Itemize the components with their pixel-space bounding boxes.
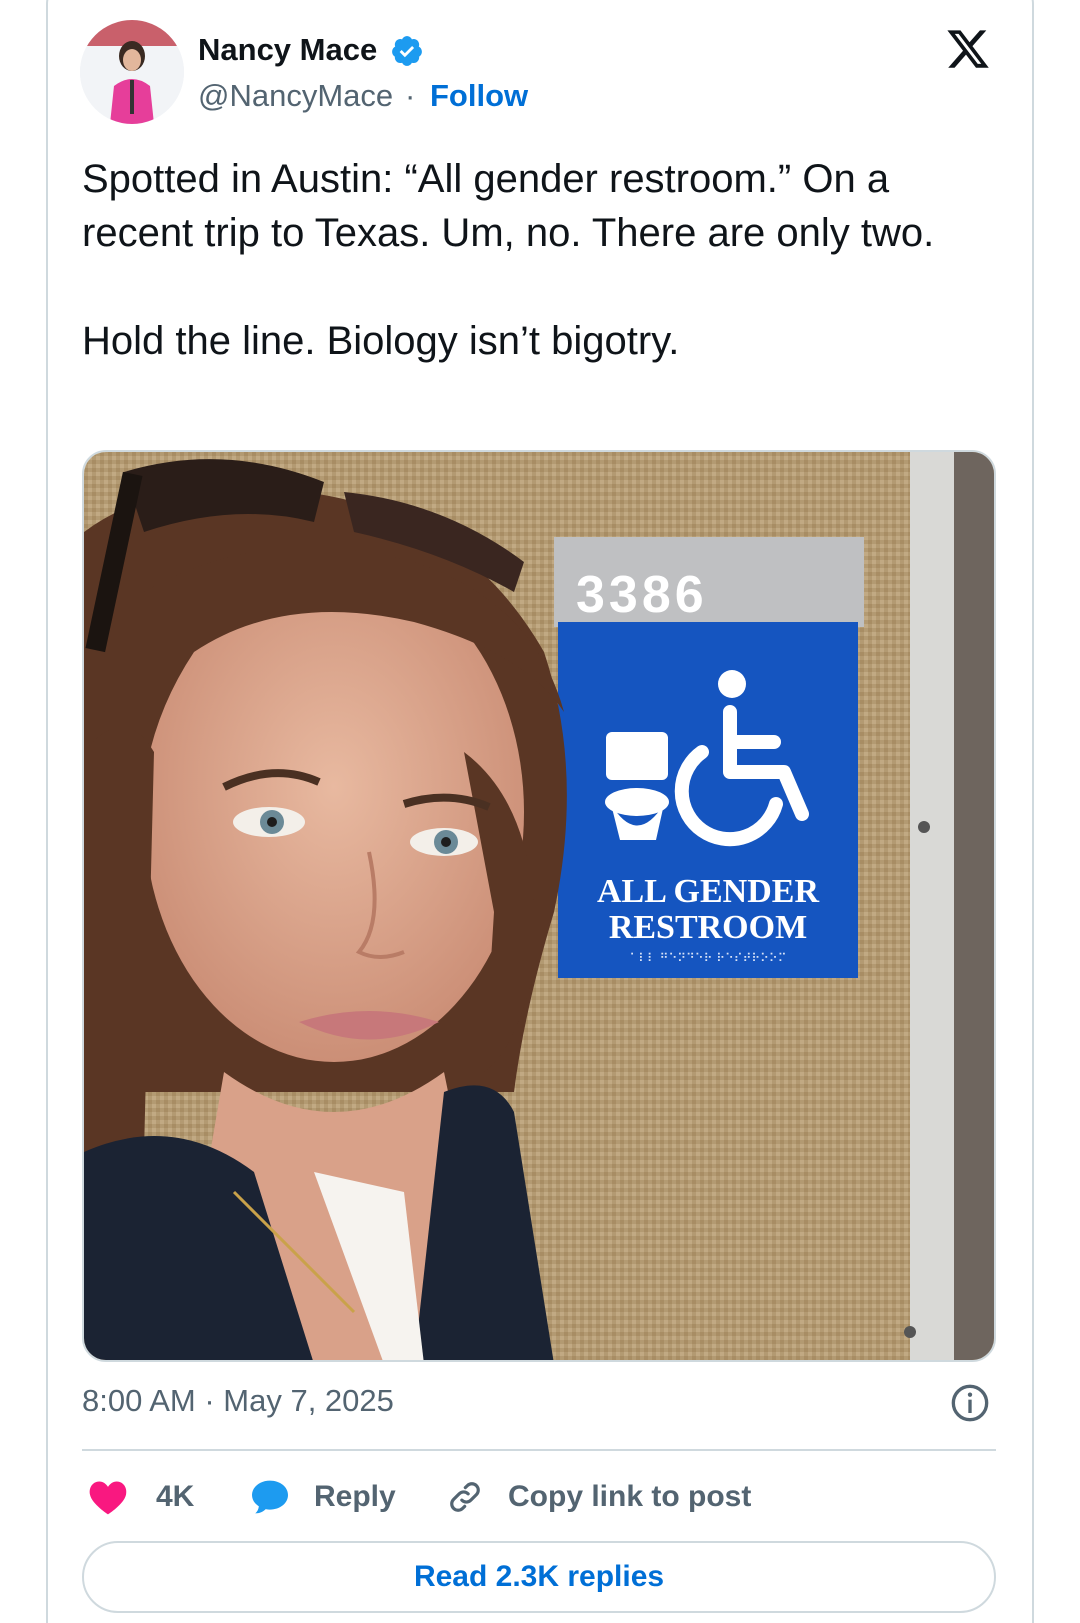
avatar-image [80,20,184,124]
reply-label: Reply [314,1480,396,1513]
link-icon [450,1482,480,1512]
tweet-timestamp[interactable]: 8:00 AM · May 7, 2025 [82,1383,394,1419]
person [84,459,567,1360]
verified-badge-icon [392,36,422,66]
like-button[interactable]: 4K [88,1472,194,1522]
like-count: 4K [156,1480,195,1513]
sign-text-line2: RESTROOM [609,909,807,946]
tweet-text-paragraph-1: Spotted in Austin: “All gender restroom.… [82,157,935,255]
divider [82,1449,996,1451]
author-avatar[interactable] [80,20,184,124]
read-replies-button[interactable]: Read 2.3K replies [82,1541,996,1613]
room-number: 3386 [576,566,708,624]
heart-icon [89,1481,127,1515]
selfie-photo: 3386 ALL GENDER RESTROOM ⠁⠇⠇ ⠛⠑⠝⠙⠑⠗ ⠗⠑⠎⠞… [84,452,994,1360]
tweet-text: Spotted in Austin: “All gender restroom.… [82,152,982,368]
reply-button[interactable]: Reply [250,1472,396,1522]
tweet-text-paragraph-2: Hold the line. Biology isn’t bigotry. [82,319,680,363]
copy-link-label: Copy link to post [508,1480,752,1513]
x-logo-icon[interactable] [944,26,992,72]
sign-braille: ⠁⠇⠇ ⠛⠑⠝⠙⠑⠗ ⠗⠑⠎⠞⠗⠕⠕⠍ [629,951,786,965]
speech-bubble-icon [252,1480,288,1514]
info-icon[interactable] [950,1383,990,1423]
author-name[interactable]: Nancy Mace [198,32,377,68]
read-replies-label: Read 2.3K replies [413,1560,665,1593]
copy-link-button[interactable]: Copy link to post [446,1472,751,1522]
follow-button[interactable]: Follow [430,78,528,114]
author-handle[interactable]: @NancyMace [198,78,393,114]
handle-separator: · [405,78,416,113]
sign-text-line1: ALL GENDER [597,873,819,910]
tweet-photo[interactable]: 3386 ALL GENDER RESTROOM ⠁⠇⠇ ⠛⠑⠝⠙⠑⠗ ⠗⠑⠎⠞… [82,450,996,1362]
